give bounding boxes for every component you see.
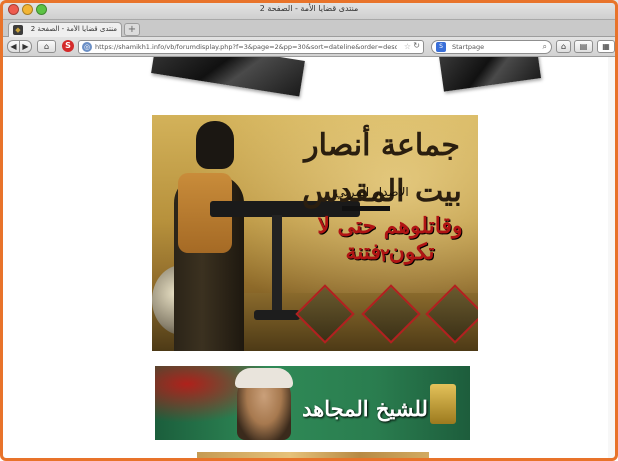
window-title: منتدى قضايا الأمة - الصفحة 2 — [259, 4, 359, 13]
new-tab-button[interactable]: + — [124, 23, 140, 36]
search-bar[interactable]: S Startpage ⌕ — [431, 40, 552, 54]
poster-calligraphy: جماعة أنصار بيت المقدس — [302, 128, 462, 209]
url-bar[interactable]: ◎ https://shamikh1.info/vb/forumdisplay.… — [78, 40, 424, 54]
banner-logo — [430, 384, 456, 424]
search-placeholder: Startpage — [452, 43, 485, 51]
home-icon[interactable]: ⌂ — [37, 40, 56, 53]
favicon-icon: ◆ — [13, 25, 23, 35]
gun-base — [254, 310, 300, 320]
poster-number: ٢ — [380, 245, 390, 266]
scrollbar[interactable] — [608, 57, 615, 458]
next-banner-partial[interactable] — [197, 452, 429, 458]
fighter-head — [196, 121, 234, 169]
banner-text: للشيخ المجاهد — [302, 396, 428, 421]
bookmarks-icon[interactable]: ▤ — [574, 40, 593, 53]
tab-strip: ◆ منتدى قضايا الأمة - الصفحة 2 + — [0, 20, 618, 37]
home-toolbar-icon[interactable]: ⌂ — [556, 40, 571, 53]
release-poster[interactable]: جماعة أنصار بيت المقدس الاصدار المرئي وق… — [152, 115, 478, 351]
url-text[interactable]: https://shamikh1.info/vb/forumdisplay.ph… — [95, 43, 397, 51]
magnifier-icon[interactable]: ⌕ — [543, 42, 547, 52]
reload-icon[interactable]: ↻ — [413, 41, 420, 50]
search-engine-icon[interactable]: S — [436, 42, 446, 52]
sheikh-turban — [235, 368, 293, 388]
page-content: جماعة أنصار بيت المقدس الاصدار المرئي وق… — [3, 57, 615, 458]
addon-icon[interactable]: ▦ — [597, 40, 615, 53]
forward-icon[interactable]: ▶ — [19, 40, 32, 53]
window-titlebar: منتدى قضايا الأمة - الصفحة 2 — [0, 0, 618, 20]
header-banner-right — [438, 57, 542, 92]
gun-tripod — [272, 215, 282, 315]
tab-label: منتدى قضايا الأمة - الصفحة 2 — [30, 25, 117, 33]
navigation-toolbar: ◀ ▶ ⌂ S ◎ https://shamikh1.info/vb/forum… — [0, 37, 618, 57]
header-banner-left — [151, 57, 305, 97]
stop-icon[interactable]: S — [62, 40, 74, 52]
sheikh-banner[interactable]: للشيخ المجاهد — [155, 366, 470, 440]
tab-forum[interactable]: ◆ منتدى قضايا الأمة - الصفحة 2 — [8, 22, 122, 37]
star-icon[interactable]: ☆ — [404, 42, 411, 51]
poster-subtitle: الاصدار المرئي — [335, 185, 409, 199]
globe-icon: ◎ — [82, 42, 92, 52]
